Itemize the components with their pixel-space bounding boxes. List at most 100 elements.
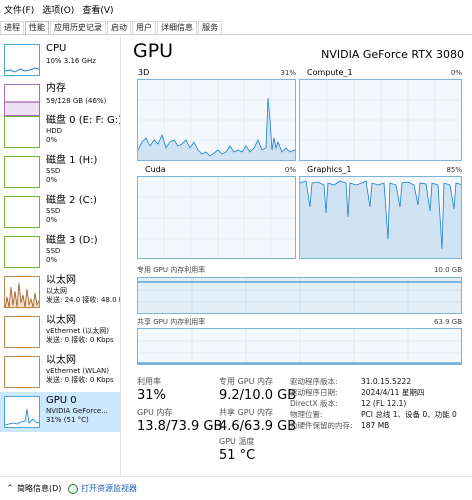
menu-bar: 文件(F) 选项(O) 查看(V): [0, 4, 118, 18]
sidebar-item-sub: 59/128 GB (46%): [46, 97, 107, 105]
sidebar-item-disk-1[interactable]: 磁盘 1 (H:) SSD 0%: [0, 152, 120, 192]
tab-startup[interactable]: 启动: [107, 21, 131, 35]
cpu-thumbnail-graph: [4, 44, 40, 76]
resource-monitor-icon: [68, 484, 78, 494]
shared-mem-label: 共享 GPU 内存利用率: [137, 318, 206, 326]
sidebar-item-sub: 10% 3.16 GHz: [46, 57, 96, 65]
menu-options[interactable]: 选项(O): [38, 4, 78, 18]
gpu-temp-label: GPU 温度: [219, 437, 255, 446]
tab-bar: 进程 性能 应用历史记录 启动 用户 详细信息 服务: [0, 21, 223, 35]
sidebar-item-sub2: 0%: [46, 136, 58, 144]
sidebar-item-title: 内存: [46, 83, 66, 94]
graph-graphics-pct: 85%: [446, 166, 462, 174]
graph-cuda-pct: 0%: [284, 166, 296, 174]
wlan-thumbnail-graph: [4, 356, 40, 388]
sidebar-item-disk-3[interactable]: 磁盘 3 (D:) SSD 0%: [0, 232, 120, 272]
tab-details[interactable]: 详细信息: [157, 21, 197, 35]
sidebar-item-vethernet-ethernet[interactable]: 以太网 vEthernet (以太网) 发送: 0 接收: 0 Kbps: [0, 312, 120, 352]
sidebar-item-sub: NVIDIA GeForce...: [46, 407, 108, 415]
dedicated-mem-max: 10.0 GB: [433, 266, 462, 274]
util-label: 利用率: [137, 377, 161, 386]
graph-compute: [299, 79, 462, 161]
ethernet-thumbnail-graph: [4, 276, 40, 308]
page-title: GPU: [133, 40, 174, 62]
open-resource-monitor-link[interactable]: 打开资源监视器: [81, 479, 137, 499]
tab-users[interactable]: 用户: [132, 21, 156, 35]
info-value: 2024/4/11 星期四: [361, 388, 425, 397]
sidebar-item-ethernet[interactable]: 以太网 以太网 发送: 24.0 接收: 48.0 K: [0, 272, 121, 312]
disk-3-thumbnail-graph: [4, 236, 40, 268]
sidebar-item-disk-2[interactable]: 磁盘 2 (C:) SSD 0%: [0, 192, 120, 232]
menu-view[interactable]: 查看(V): [78, 4, 117, 18]
sidebar-item-sub: SSD: [46, 207, 61, 215]
gpu-temp-value: 51 °C: [219, 448, 256, 463]
disk-1-thumbnail-graph: [4, 156, 40, 188]
sidebar-item-sub2: 发送: 0 接收: 0 Kbps: [46, 336, 114, 344]
shared-mem-stat-label: 共享 GPU 内存: [219, 408, 273, 417]
sidebar-item-sub2: 31% (51 °C): [46, 416, 89, 424]
shared-mem-max: 63.9 GB: [433, 318, 462, 326]
graph-3d: [137, 79, 296, 161]
graph-shared-memory: [137, 328, 462, 365]
sidebar-item-sub: vEthernet (WLAN): [46, 367, 109, 375]
tab-processes[interactable]: 进程: [0, 21, 24, 35]
sidebar-item-title: 以太网: [46, 275, 76, 286]
sidebar-item-title: 以太网: [46, 315, 76, 326]
info-key: DirectX 版本:: [290, 399, 338, 408]
gpu-thumbnail-graph: [4, 396, 40, 428]
sidebar-item-title: 磁盘 0 (E: F: G:): [46, 115, 121, 126]
shared-mem-value: 4.6/63.9 GB: [219, 419, 297, 434]
sidebar-item-title: 磁盘 2 (C:): [46, 195, 97, 206]
gpu-mem-label: GPU 内存: [137, 408, 173, 417]
sidebar-item-title: GPU 0: [46, 395, 77, 406]
sidebar-item-sub: 以太网: [46, 287, 67, 295]
info-key: 驱动程序版本:: [290, 377, 338, 386]
graph-graphics: [299, 176, 462, 259]
graph-compute-label: Compute_1: [307, 68, 353, 77]
sidebar-item-sub: vEthernet (以太网): [46, 327, 109, 335]
sidebar-item-title: 以太网: [46, 355, 76, 366]
graph-graphics-label: Graphics_1: [307, 165, 352, 174]
chevron-up-icon[interactable]: ⌃: [5, 484, 15, 494]
tab-divider: [0, 34, 472, 35]
sidebar-item-sub2: 发送: 24.0 接收: 48.0 K: [46, 296, 121, 304]
sidebar-item-vethernet-wlan[interactable]: 以太网 vEthernet (WLAN) 发送: 0 接收: 0 Kbps: [0, 352, 120, 392]
dedicated-mem-label: 专用 GPU 内存利用率: [137, 266, 206, 274]
disk-0-thumbnail-graph: [4, 116, 40, 148]
tab-app-history[interactable]: 应用历史记录: [50, 21, 106, 35]
info-key: 物理位置:: [290, 410, 323, 419]
sidebar-item-sub2: 发送: 0 接收: 0 Kbps: [46, 376, 114, 384]
info-value: 12 (FL 12.1): [361, 399, 407, 408]
graph-compute-pct: 0%: [450, 69, 462, 77]
gpu-mem-value: 13.8/73.9 GB: [137, 419, 223, 434]
sidebar-item-disk-0[interactable]: 磁盘 0 (E: F: G:) HDD 0%: [0, 112, 121, 152]
menu-file[interactable]: 文件(F): [0, 4, 38, 18]
sidebar-item-gpu-0[interactable]: GPU 0 NVIDIA GeForce... 31% (51 °C): [0, 392, 120, 432]
sidebar-item-title: 磁盘 3 (D:): [46, 235, 98, 246]
performance-sidebar: CPU 10% 3.16 GHz 内存 59/128 GB (46%) 磁盘 0…: [0, 36, 121, 476]
gpu-model-name: NVIDIA GeForce RTX 3080: [321, 48, 464, 61]
util-value: 31%: [137, 388, 166, 403]
disk-2-thumbnail-graph: [4, 196, 40, 228]
fewer-details-link[interactable]: 简略信息(D): [17, 479, 61, 499]
sidebar-item-title: CPU: [46, 43, 67, 54]
info-key: 为硬件保留的内存:: [290, 421, 353, 430]
ded-mem-value: 9.2/10.0 GB: [219, 388, 297, 403]
graph-dedicated-memory: [137, 277, 462, 314]
footer-bar: ⌃ 简略信息(D) 打开资源监视器: [0, 476, 472, 500]
graph-cuda-label: Cuda: [145, 165, 166, 174]
tab-performance[interactable]: 性能: [25, 21, 49, 35]
graph-3d-pct: 31%: [280, 69, 296, 77]
info-value: PCI 总线 1、设备 0、功能 0: [361, 410, 457, 419]
sidebar-item-sub: SSD: [46, 167, 61, 175]
graph-3d-label: 3D: [138, 68, 150, 77]
ded-mem-label: 专用 GPU 内存: [219, 377, 273, 386]
info-value: 31.0.15.5222: [361, 377, 412, 386]
info-value: 187 MB: [361, 421, 390, 430]
graph-cuda: [137, 176, 296, 259]
sidebar-item-sub2: 0%: [46, 176, 58, 184]
vethernet-thumbnail-graph: [4, 316, 40, 348]
sidebar-item-sub2: 0%: [46, 216, 58, 224]
tab-services[interactable]: 服务: [198, 21, 222, 35]
sidebar-item-cpu[interactable]: CPU 10% 3.16 GHz: [0, 40, 120, 80]
